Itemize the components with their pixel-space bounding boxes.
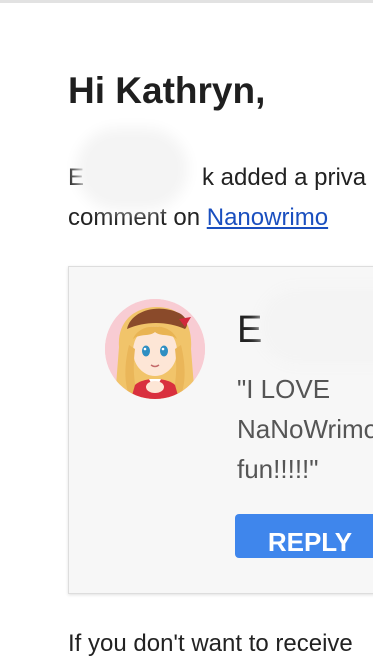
anime-girl-avatar-icon — [105, 299, 205, 399]
unsubscribe-text: If you don't want to receive — [68, 630, 353, 657]
intro-line-2-text: comment on — [68, 204, 207, 231]
top-divider — [0, 0, 373, 3]
comment-card: E "I LOVE NaNoWrimo fun!!!!!" REPLY — [68, 266, 373, 594]
comment-line: fun!!!!!" — [237, 454, 319, 484]
comment-line: "I LOVE — [237, 374, 331, 404]
avatar — [105, 299, 205, 399]
intro-line-1-rest: k added a priva — [202, 164, 367, 191]
redacted-author-blur — [269, 297, 373, 355]
document-link[interactable]: Nanowrimo — [207, 204, 328, 231]
commenter-initial: E — [68, 164, 85, 191]
intro-line-2: comment on Nanowrimo — [68, 198, 373, 238]
comment-line: NaNoWrimo — [237, 414, 373, 444]
comment-text: "I LOVE NaNoWrimo fun!!!!!" — [237, 369, 373, 489]
greeting-heading: Hi Kathryn, — [68, 70, 266, 111]
reply-button[interactable]: REPLY — [235, 514, 373, 558]
redacted-name-blur — [86, 138, 178, 200]
email-view: Hi Kathryn, Ek added a priva comment on … — [0, 0, 373, 664]
comment-author-initial: E — [237, 309, 263, 351]
